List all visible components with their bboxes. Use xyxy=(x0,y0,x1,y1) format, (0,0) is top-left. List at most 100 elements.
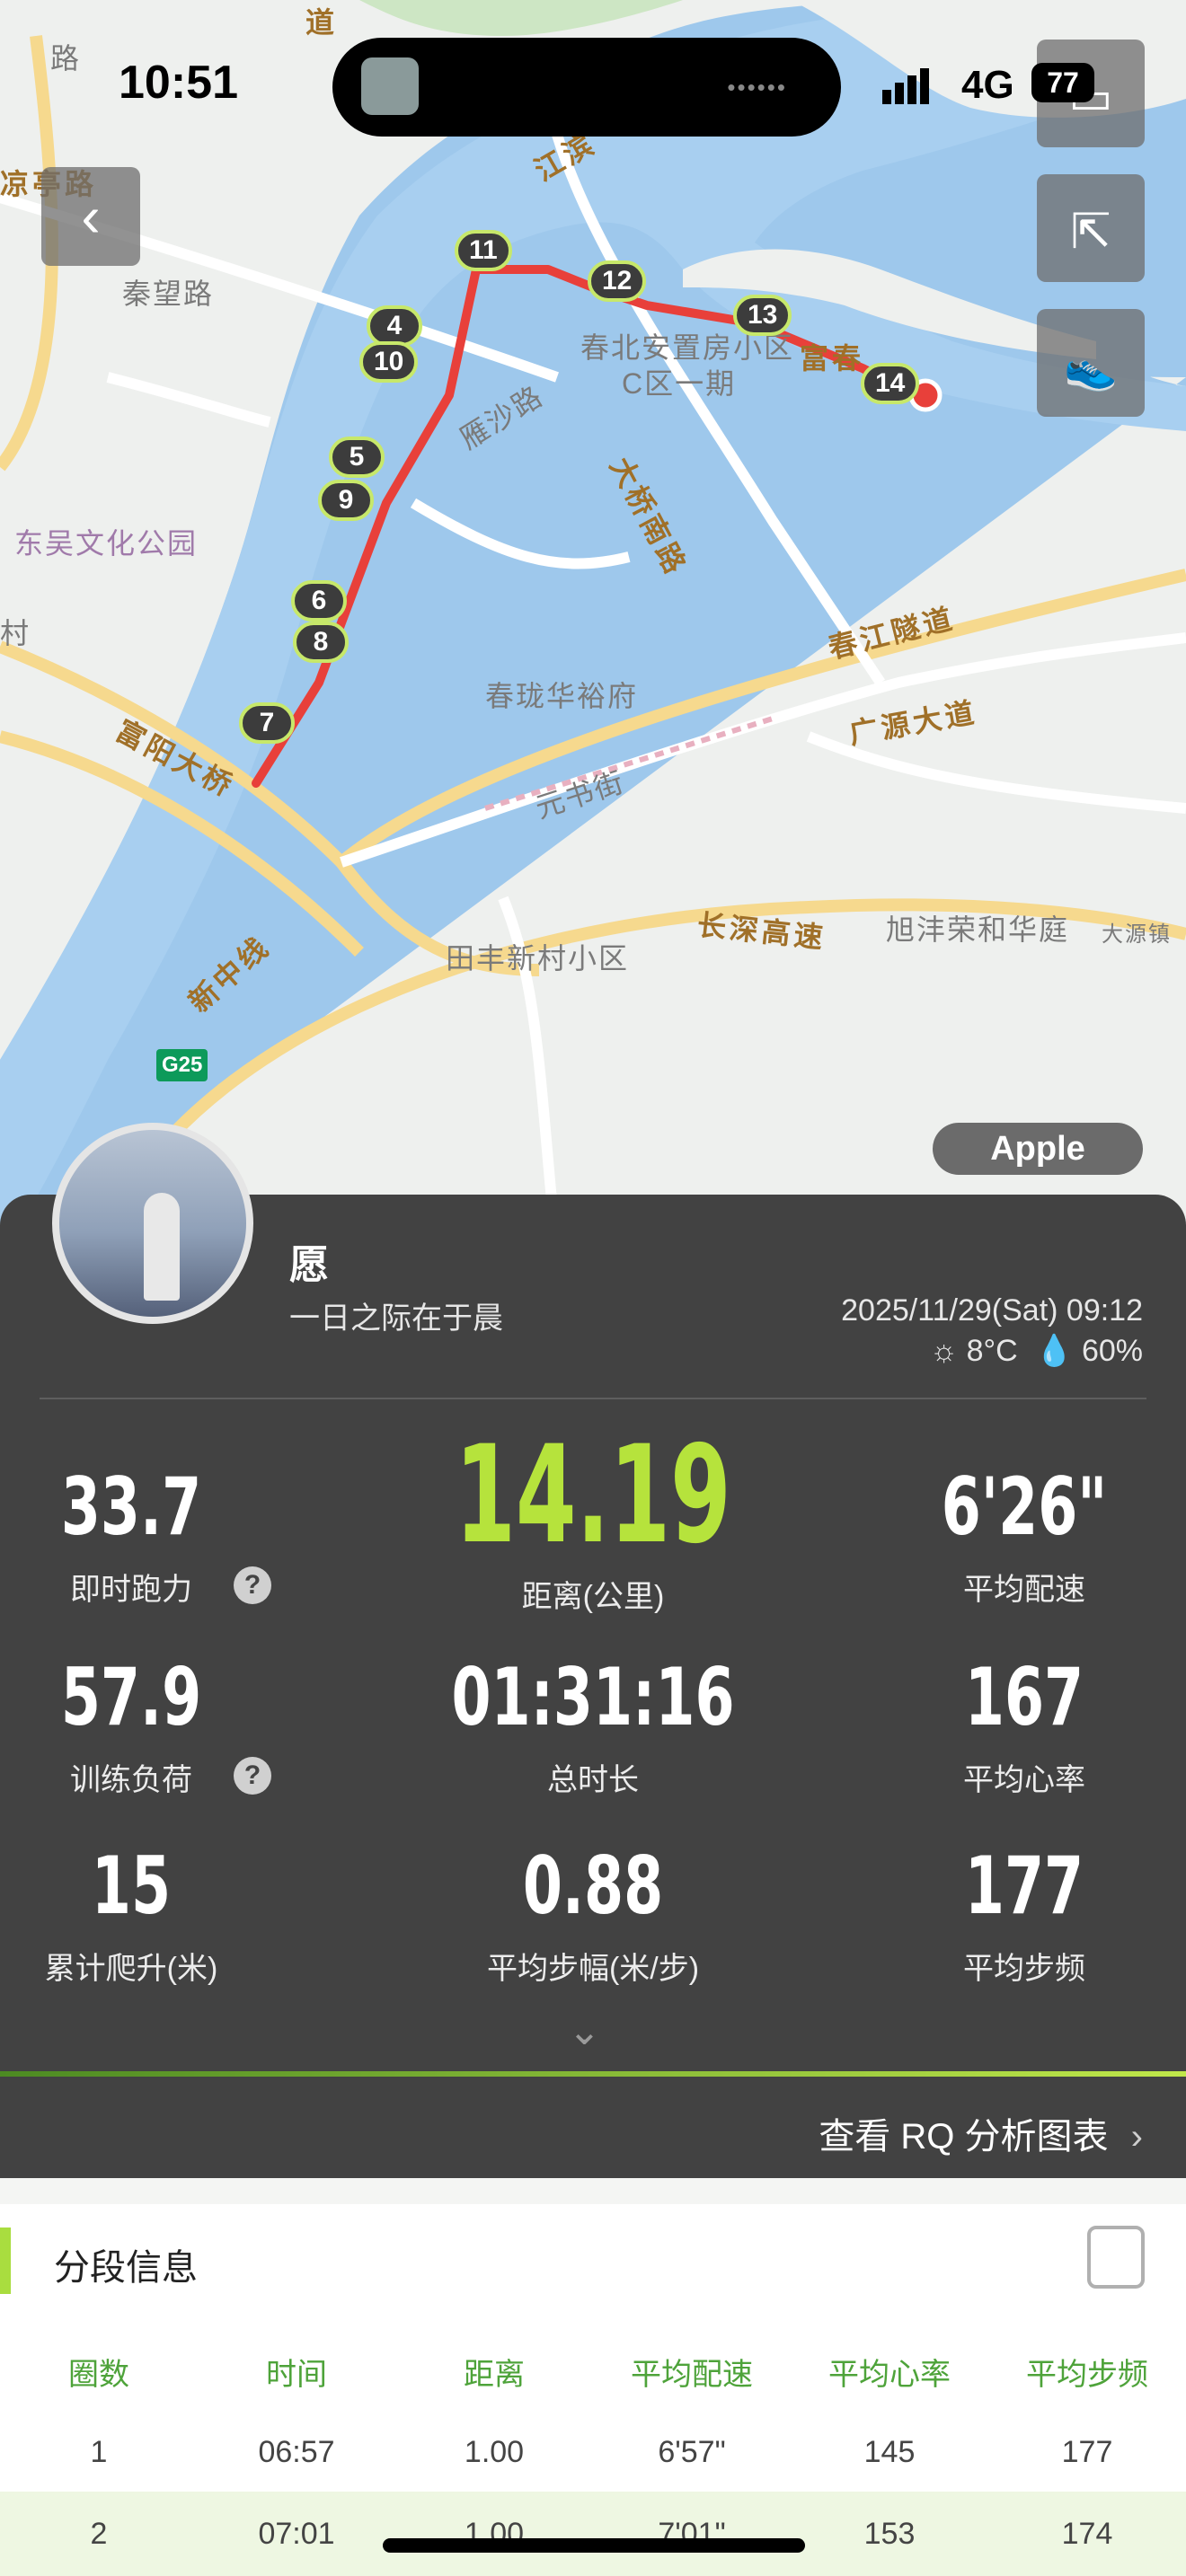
cell: 1.00 xyxy=(464,2435,525,2469)
home-indicator[interactable] xyxy=(383,2538,805,2553)
stat-instant-power: 33.7 即时跑力 xyxy=(32,1468,230,1609)
cell: 07:01 xyxy=(258,2517,335,2551)
section-accent-bar xyxy=(0,2228,11,2294)
now-playing-thumbnail xyxy=(361,57,419,115)
header-pace: 平均配速 xyxy=(631,2358,753,2392)
cell: 1.00 xyxy=(464,2517,525,2551)
header-distance: 距离 xyxy=(464,2358,525,2392)
map-label-tianfeng: 田丰新村小区 xyxy=(446,942,630,975)
avatar-person xyxy=(144,1193,180,1301)
km-marker[interactable]: 14 xyxy=(861,363,920,404)
weather-info: ☼ 8°C 💧 60% xyxy=(930,1333,1143,1369)
temperature: 8°C xyxy=(966,1334,1018,1368)
running-shoe-icon: 👟 xyxy=(1064,345,1118,393)
user-bio: 一日之际在于晨 xyxy=(289,1301,503,1336)
chevron-right-icon: › xyxy=(1130,2117,1143,2157)
signal-icon xyxy=(882,68,929,104)
stat-label: 总时长 xyxy=(547,1763,639,1797)
stat-label: 即时跑力 xyxy=(70,1573,192,1607)
map-label-dayuan: 大源镇 xyxy=(1102,922,1172,947)
segment-section: 分段信息 圈数 时间 距离 平均配速 平均心率 平均步频 1 06:57 1.0… xyxy=(0,2204,1186,2576)
map-label-chunlong: 春珑华裕府 xyxy=(485,680,639,712)
stat-value: 0.88 xyxy=(522,1839,664,1932)
expand-chevron-icon[interactable]: ⌄ xyxy=(568,2008,601,2054)
back-button[interactable]: ‹ xyxy=(41,167,140,266)
stat-cadence: 177 平均步频 xyxy=(916,1847,1132,1988)
map-label-chunbei-sub: C区一期 xyxy=(622,367,737,400)
segment-title: 分段信息 xyxy=(54,2248,198,2288)
stat-value: 177 xyxy=(964,1839,1084,1932)
status-bar: 10:51 •••••• 4G 77 xyxy=(0,0,1186,180)
cell: 145 xyxy=(863,2435,916,2469)
droplet-icon: 💧 xyxy=(1035,1334,1074,1368)
stat-label: 训练负荷 xyxy=(70,1763,192,1797)
sun-icon: ☼ xyxy=(930,1334,959,1368)
stat-label: 平均心率 xyxy=(963,1763,1085,1797)
route-map[interactable]: 道 路 江滨 凉亭路 秦望路 东吴文化公园 村 雁沙路 大桥南路 春北安置房小区… xyxy=(0,0,1186,1257)
stat-avg-pace: 6'26" 平均配速 xyxy=(916,1468,1132,1609)
table-row[interactable]: 1 06:57 1.00 6'57" 145 177 xyxy=(0,2423,1186,2481)
km-marker[interactable]: 13 xyxy=(733,295,792,336)
g25-highway-badge: G25 xyxy=(156,1049,208,1081)
stat-distance: 14.19 距离(公里) xyxy=(377,1428,809,1616)
stat-stride: 0.88 平均步幅(米/步) xyxy=(377,1847,809,1988)
share-icon: ⇱ xyxy=(1070,205,1111,259)
map-label-fuchun: 富春 xyxy=(800,342,865,375)
user-name: 愿 xyxy=(289,1243,329,1287)
header-time: 时间 xyxy=(266,2358,327,2392)
stat-label: 平均步幅(米/步) xyxy=(486,1952,700,1986)
dots-icon: •••••• xyxy=(727,74,787,101)
chevron-left-icon: ‹ xyxy=(81,184,101,249)
help-icon[interactable]: ? xyxy=(234,1566,271,1604)
km-marker[interactable]: 6 xyxy=(291,580,347,622)
header-lap: 圈数 xyxy=(68,2358,129,2392)
avatar[interactable] xyxy=(52,1123,253,1324)
cell: 153 xyxy=(863,2517,916,2551)
km-marker[interactable]: 7 xyxy=(239,702,295,744)
km-marker[interactable]: 5 xyxy=(329,437,385,478)
share-button[interactable]: ⇱ xyxy=(1037,174,1145,282)
stat-avg-hr: 167 平均心率 xyxy=(916,1658,1132,1799)
cell: 1 xyxy=(90,2435,108,2469)
km-marker[interactable]: 12 xyxy=(588,260,647,302)
segment-table-header: 圈数 时间 距离 平均配速 平均心率 平均步频 xyxy=(0,2350,1186,2394)
stat-value: 6'26" xyxy=(941,1460,1108,1553)
humidity: 60% xyxy=(1081,1334,1143,1368)
stat-value: 14.19 xyxy=(455,1417,731,1574)
stat-total-time: 01:31:16 总时长 xyxy=(377,1658,809,1799)
stat-value: 167 xyxy=(964,1651,1084,1743)
stat-training-load: 57.9 训练负荷 xyxy=(32,1658,230,1799)
stat-value: 33.7 xyxy=(60,1460,202,1553)
km-marker[interactable]: 10 xyxy=(359,341,419,383)
panel-divider xyxy=(40,1398,1146,1399)
map-label-qinwang: 秦望路 xyxy=(122,278,215,310)
km-marker[interactable]: 9 xyxy=(318,480,374,521)
cell: 6'57" xyxy=(658,2435,726,2469)
cell: 174 xyxy=(1061,2517,1113,2551)
stat-label: 累计爬升(米) xyxy=(44,1952,218,1986)
km-marker[interactable]: 11 xyxy=(455,230,512,271)
stat-label: 距离(公里) xyxy=(521,1580,665,1614)
map-label-dongwu-park: 东吴文化公园 xyxy=(14,527,199,560)
rq-analysis-link[interactable]: 查看 RQ 分析图表 › xyxy=(819,2107,1143,2159)
cell: 06:57 xyxy=(258,2435,335,2469)
header-cadence: 平均步频 xyxy=(1026,2358,1148,2392)
cell: 2 xyxy=(90,2517,108,2551)
header-hr: 平均心率 xyxy=(828,2358,951,2392)
shoe-button[interactable]: 👟 xyxy=(1037,309,1145,417)
dynamic-island: •••••• xyxy=(332,38,841,137)
table-row[interactable]: 2 07:01 1.00 7'01" 153 174 xyxy=(0,2492,1186,2576)
map-attribution[interactable]: Apple xyxy=(933,1123,1143,1175)
stat-value: 57.9 xyxy=(60,1651,202,1743)
rotate-phone-icon[interactable] xyxy=(1087,2226,1145,2289)
stat-value: 15 xyxy=(91,1839,172,1932)
stat-value: 01:31:16 xyxy=(451,1651,735,1743)
stat-elevation: 15 累计爬升(米) xyxy=(32,1847,230,1988)
network-type: 4G xyxy=(961,63,1014,107)
cell: 7'01" xyxy=(658,2517,726,2551)
run-datetime: 2025/11/29(Sat) 09:12 xyxy=(841,1293,1143,1328)
stat-label: 平均步频 xyxy=(963,1952,1085,1986)
km-marker[interactable]: 8 xyxy=(293,622,349,663)
rq-link-label: 查看 RQ 分析图表 xyxy=(819,2117,1109,2157)
help-icon[interactable]: ? xyxy=(234,1757,271,1795)
